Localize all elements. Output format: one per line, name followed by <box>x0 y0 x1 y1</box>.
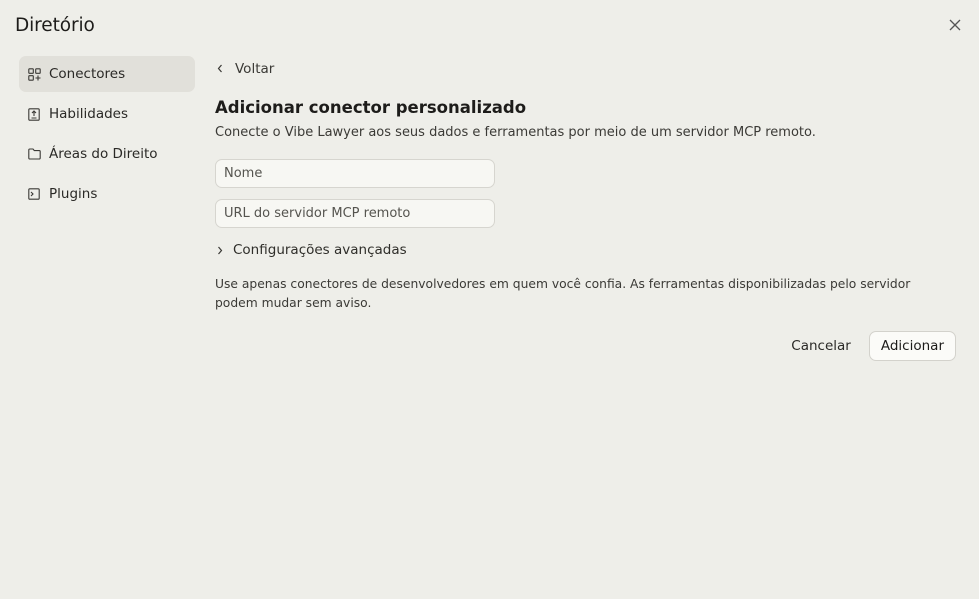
page-subtitle: Conecte o Vibe Lawyer aos seus dados e f… <box>215 125 816 140</box>
dialog-actions: Cancelar Adicionar <box>782 331 956 361</box>
sidebar-item-habilidades[interactable]: Habilidades <box>19 96 195 132</box>
sidebar-item-plugins[interactable]: Plugins <box>19 176 195 212</box>
sidebar: Conectores Habilidades Áreas do Direito <box>19 56 195 216</box>
main-panel: Voltar Adicionar conector personalizado … <box>215 58 956 361</box>
cancel-button[interactable]: Cancelar <box>782 331 860 361</box>
name-input[interactable] <box>215 159 495 188</box>
grid-plus-icon <box>27 67 41 81</box>
directory-dialog: Diretório Conectores Habilidades Áreas d… <box>0 0 979 599</box>
sidebar-item-label: Habilidades <box>49 106 128 122</box>
chevron-right-icon <box>217 246 227 255</box>
folder-icon <box>27 147 41 161</box>
chevron-left-icon <box>217 64 229 73</box>
document-upload-icon <box>27 107 41 121</box>
back-link[interactable]: Voltar <box>215 59 274 79</box>
terminal-icon <box>27 187 41 201</box>
add-button[interactable]: Adicionar <box>868 331 956 361</box>
sidebar-item-label: Conectores <box>49 66 126 82</box>
page-title: Adicionar conector personalizado <box>215 98 527 117</box>
server-url-input[interactable] <box>215 199 495 228</box>
dialog-title: Diretório <box>15 15 95 36</box>
back-label: Voltar <box>235 60 275 77</box>
sidebar-item-label: Plugins <box>49 186 98 202</box>
advanced-settings-toggle[interactable]: Configurações avançadas <box>217 242 407 258</box>
close-icon <box>949 16 961 35</box>
trust-notice: Use apenas conectores de desenvolvedores… <box>215 277 911 310</box>
sidebar-item-label: Áreas do Direito <box>49 146 158 162</box>
advanced-settings-label: Configurações avançadas <box>233 242 407 258</box>
close-button[interactable] <box>944 14 966 36</box>
sidebar-item-conectores[interactable]: Conectores <box>19 56 195 92</box>
sidebar-item-areas-do-direito[interactable]: Áreas do Direito <box>19 136 195 172</box>
